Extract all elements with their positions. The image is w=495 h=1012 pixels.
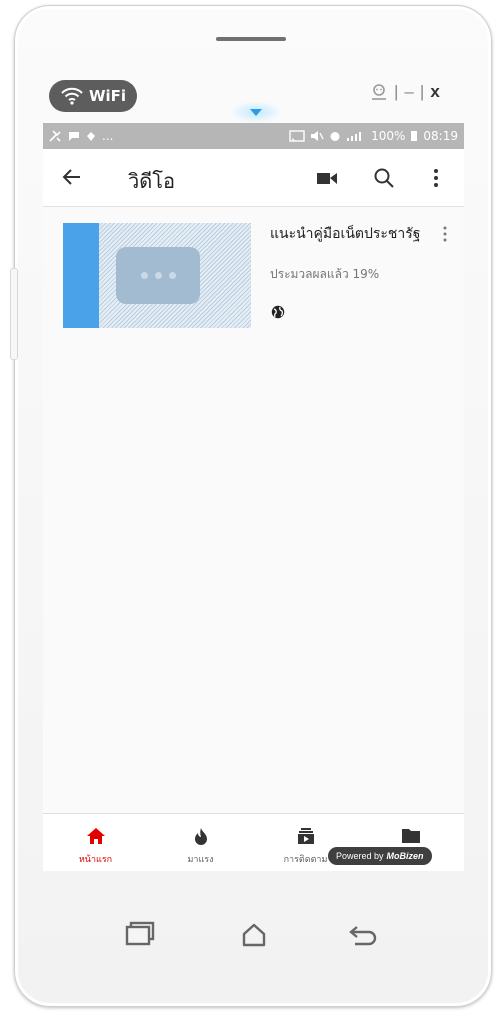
status-time: 08:19	[423, 129, 458, 143]
more-vert-icon[interactable]	[431, 167, 441, 189]
wifi-icon	[61, 87, 83, 105]
video-thumbnail[interactable]	[63, 223, 251, 328]
battery-icon	[411, 131, 418, 141]
brand-logo: MoBizen	[386, 851, 424, 861]
phone-side-button	[10, 268, 18, 360]
signal-icon	[347, 132, 362, 141]
pull-down-tab[interactable]	[230, 101, 282, 123]
controls-separator: |	[394, 82, 399, 101]
battery-percent: 100%	[371, 129, 406, 143]
home-icon	[86, 828, 105, 844]
window-controls: | – | x	[370, 82, 440, 102]
user-icon[interactable]	[370, 83, 388, 101]
wifi-label: WiFi	[89, 87, 127, 105]
flame-icon	[194, 828, 207, 845]
back-arrow-icon[interactable]	[61, 166, 83, 188]
video-status: ประมวลผลแล้ว 19%	[270, 267, 380, 281]
status-dots: ...	[102, 129, 114, 143]
home-key-icon[interactable]	[240, 922, 268, 948]
nav-trending[interactable]: มาแรง	[148, 814, 253, 871]
chevron-down-icon	[250, 109, 262, 116]
thumbnail-accent-bar	[63, 223, 99, 328]
phone-speaker	[216, 37, 286, 41]
nav-trending-label: มาแรง	[187, 855, 214, 865]
back-key-icon[interactable]	[347, 923, 379, 947]
video-more-icon[interactable]	[441, 225, 449, 243]
processing-icon	[116, 247, 200, 304]
powered-by-badge: Powered by MoBizen	[328, 847, 432, 865]
video-list-item[interactable]: แนะนำคู่มือเน็ตประชารัฐ ประมวลผลแล้ว 19%	[63, 223, 453, 333]
folder-icon	[401, 829, 420, 843]
video-camera-icon[interactable]	[316, 167, 338, 189]
cast-icon	[289, 130, 305, 142]
globe-icon	[271, 305, 285, 319]
alarm-icon	[330, 132, 340, 141]
minimize-button[interactable]: –	[404, 82, 413, 102]
app-bar: วิดีโอ	[43, 149, 464, 207]
message-icon	[69, 131, 79, 141]
nav-home[interactable]: หน้าแรก	[43, 814, 148, 871]
controls-separator-2: |	[419, 82, 425, 101]
mute-icon	[311, 131, 324, 141]
wifi-toggle-button[interactable]: WiFi	[49, 80, 137, 112]
subscriptions-icon	[297, 828, 314, 844]
tools-icon	[49, 130, 61, 142]
status-bar: ... 100% 08:19	[43, 123, 464, 149]
nav-home-label: หน้าแรก	[78, 855, 113, 865]
recent-apps-icon[interactable]	[124, 921, 156, 947]
powered-by-text: Powered by	[336, 851, 384, 861]
video-title: แนะนำคู่มือเน็ตประชารัฐ	[270, 226, 421, 242]
page-title: วิดีโอ	[128, 169, 175, 193]
search-icon[interactable]	[373, 167, 395, 189]
close-button[interactable]: x	[430, 82, 439, 102]
notification-icon	[87, 131, 95, 141]
device-screen: ... 100% 08:19 วิดีโอ แนะนำคู่มือเน็ตประ…	[43, 123, 464, 871]
